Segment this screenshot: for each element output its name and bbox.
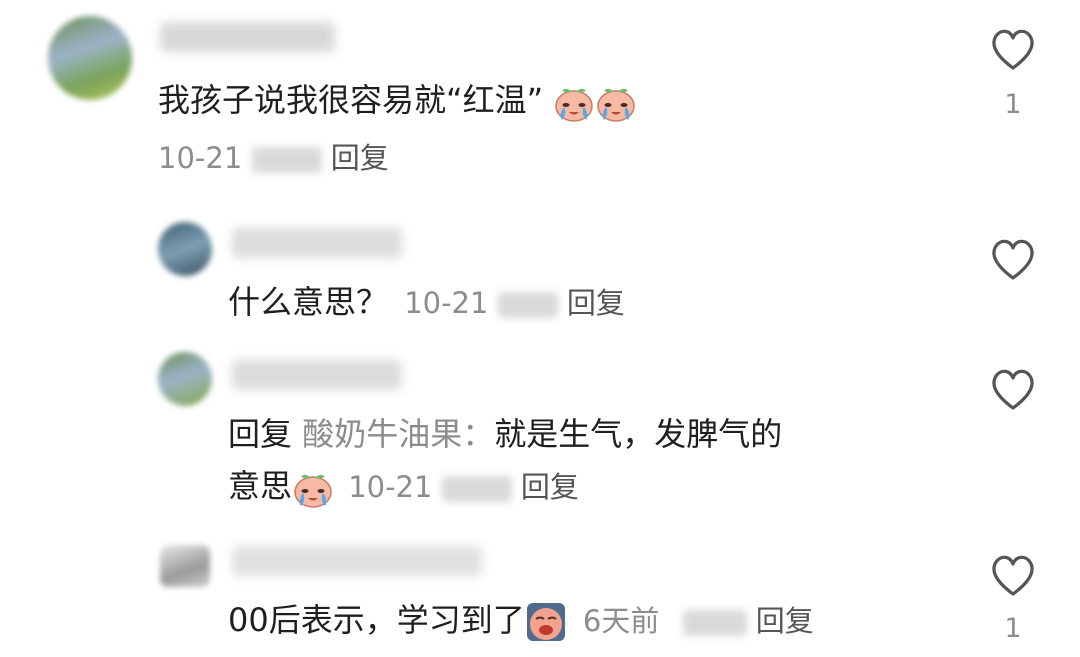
location-blurred	[497, 292, 558, 318]
comment-text: 什么意思？ 10-21 回复	[228, 282, 625, 323]
like-button[interactable]: 1	[988, 26, 1038, 122]
like-button[interactable]: 1	[988, 552, 1038, 646]
heart-icon	[992, 29, 1034, 70]
comment-text-line2: 意思 10-21 回复	[228, 466, 579, 509]
username-blurred[interactable]	[232, 228, 402, 258]
reply-button[interactable]: 回复	[521, 470, 579, 504]
avatar[interactable]	[48, 16, 132, 100]
crying-peach-icon	[597, 87, 636, 122]
comment-text-line1: 回复 酸奶牛油果：就是生气，发脾气的	[228, 414, 782, 454]
comment-meta: 10-21 回复	[158, 138, 389, 178]
reply-button[interactable]: 回复	[331, 141, 389, 175]
username-blurred[interactable]	[232, 360, 402, 390]
comment-text-content: 就是生气，发脾气的	[494, 415, 783, 453]
comment-text: 我孩子说我很容易就“红温”	[158, 80, 637, 123]
username-blurred[interactable]	[232, 546, 482, 576]
avatar[interactable]	[160, 545, 210, 587]
location-blurred	[682, 610, 747, 636]
mention-link[interactable]: 酸奶牛油果：	[302, 415, 494, 453]
crying-peach-icon	[294, 473, 332, 508]
heart-icon	[992, 369, 1034, 410]
crying-peach-icon	[555, 87, 594, 122]
heart-icon	[992, 555, 1034, 596]
comment-date: 10-21	[158, 141, 243, 175]
like-count: 1	[1004, 613, 1022, 644]
crying-face-icon	[526, 603, 565, 641]
comment-date: 6天前	[582, 604, 660, 638]
reply-prefix: 回复	[228, 415, 293, 453]
comment-text-content: 意思	[228, 467, 293, 505]
comment-text-content: 什么意思？	[228, 283, 389, 321]
heart-icon	[992, 239, 1034, 280]
avatar[interactable]	[158, 222, 212, 276]
avatar[interactable]	[158, 352, 212, 406]
username-blurred[interactable]	[160, 22, 335, 52]
comment-text-content: 00后表示，学习到了	[228, 601, 525, 639]
like-button[interactable]	[988, 236, 1038, 282]
comment-text: 00后表示，学习到了 6天前 回复	[228, 600, 814, 643]
comment-date: 10-21	[404, 286, 489, 320]
reply-button[interactable]: 回复	[567, 286, 625, 320]
comment-date: 10-21	[348, 470, 433, 504]
like-count: 1	[1004, 89, 1022, 120]
location-blurred	[441, 476, 512, 502]
location-blurred	[251, 147, 322, 173]
like-button[interactable]	[988, 366, 1038, 412]
reply-button[interactable]: 回复	[756, 604, 814, 638]
comment-text-content: 我孩子说我很容易就“红温”	[158, 81, 544, 119]
